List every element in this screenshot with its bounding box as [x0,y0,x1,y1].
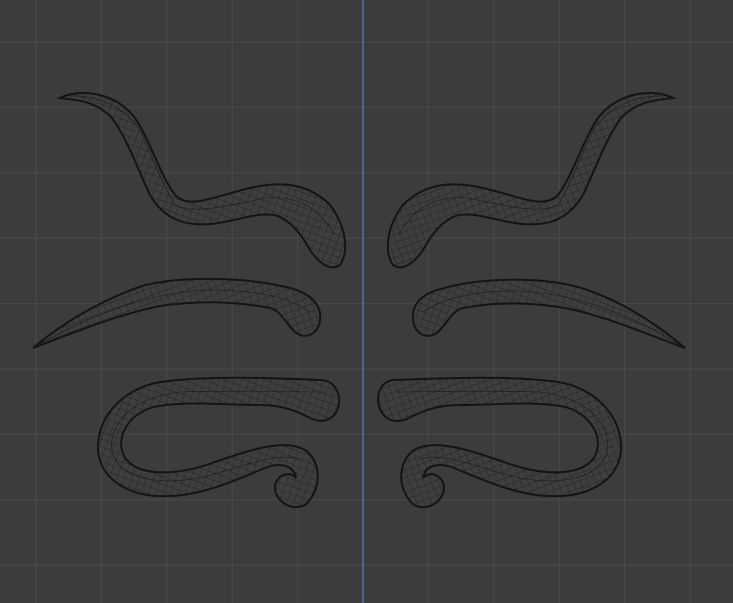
horn-top-left[interactable] [56,91,347,269]
horn-bottom-left[interactable] [96,376,340,508]
viewport-canvas[interactable] [0,0,733,603]
horn-bottom-right[interactable] [377,376,623,508]
horn-top-right[interactable] [386,91,677,269]
horn-middle-left[interactable] [32,277,322,349]
3d-viewport[interactable] [0,0,733,603]
horn-middle-right[interactable] [411,278,686,349]
